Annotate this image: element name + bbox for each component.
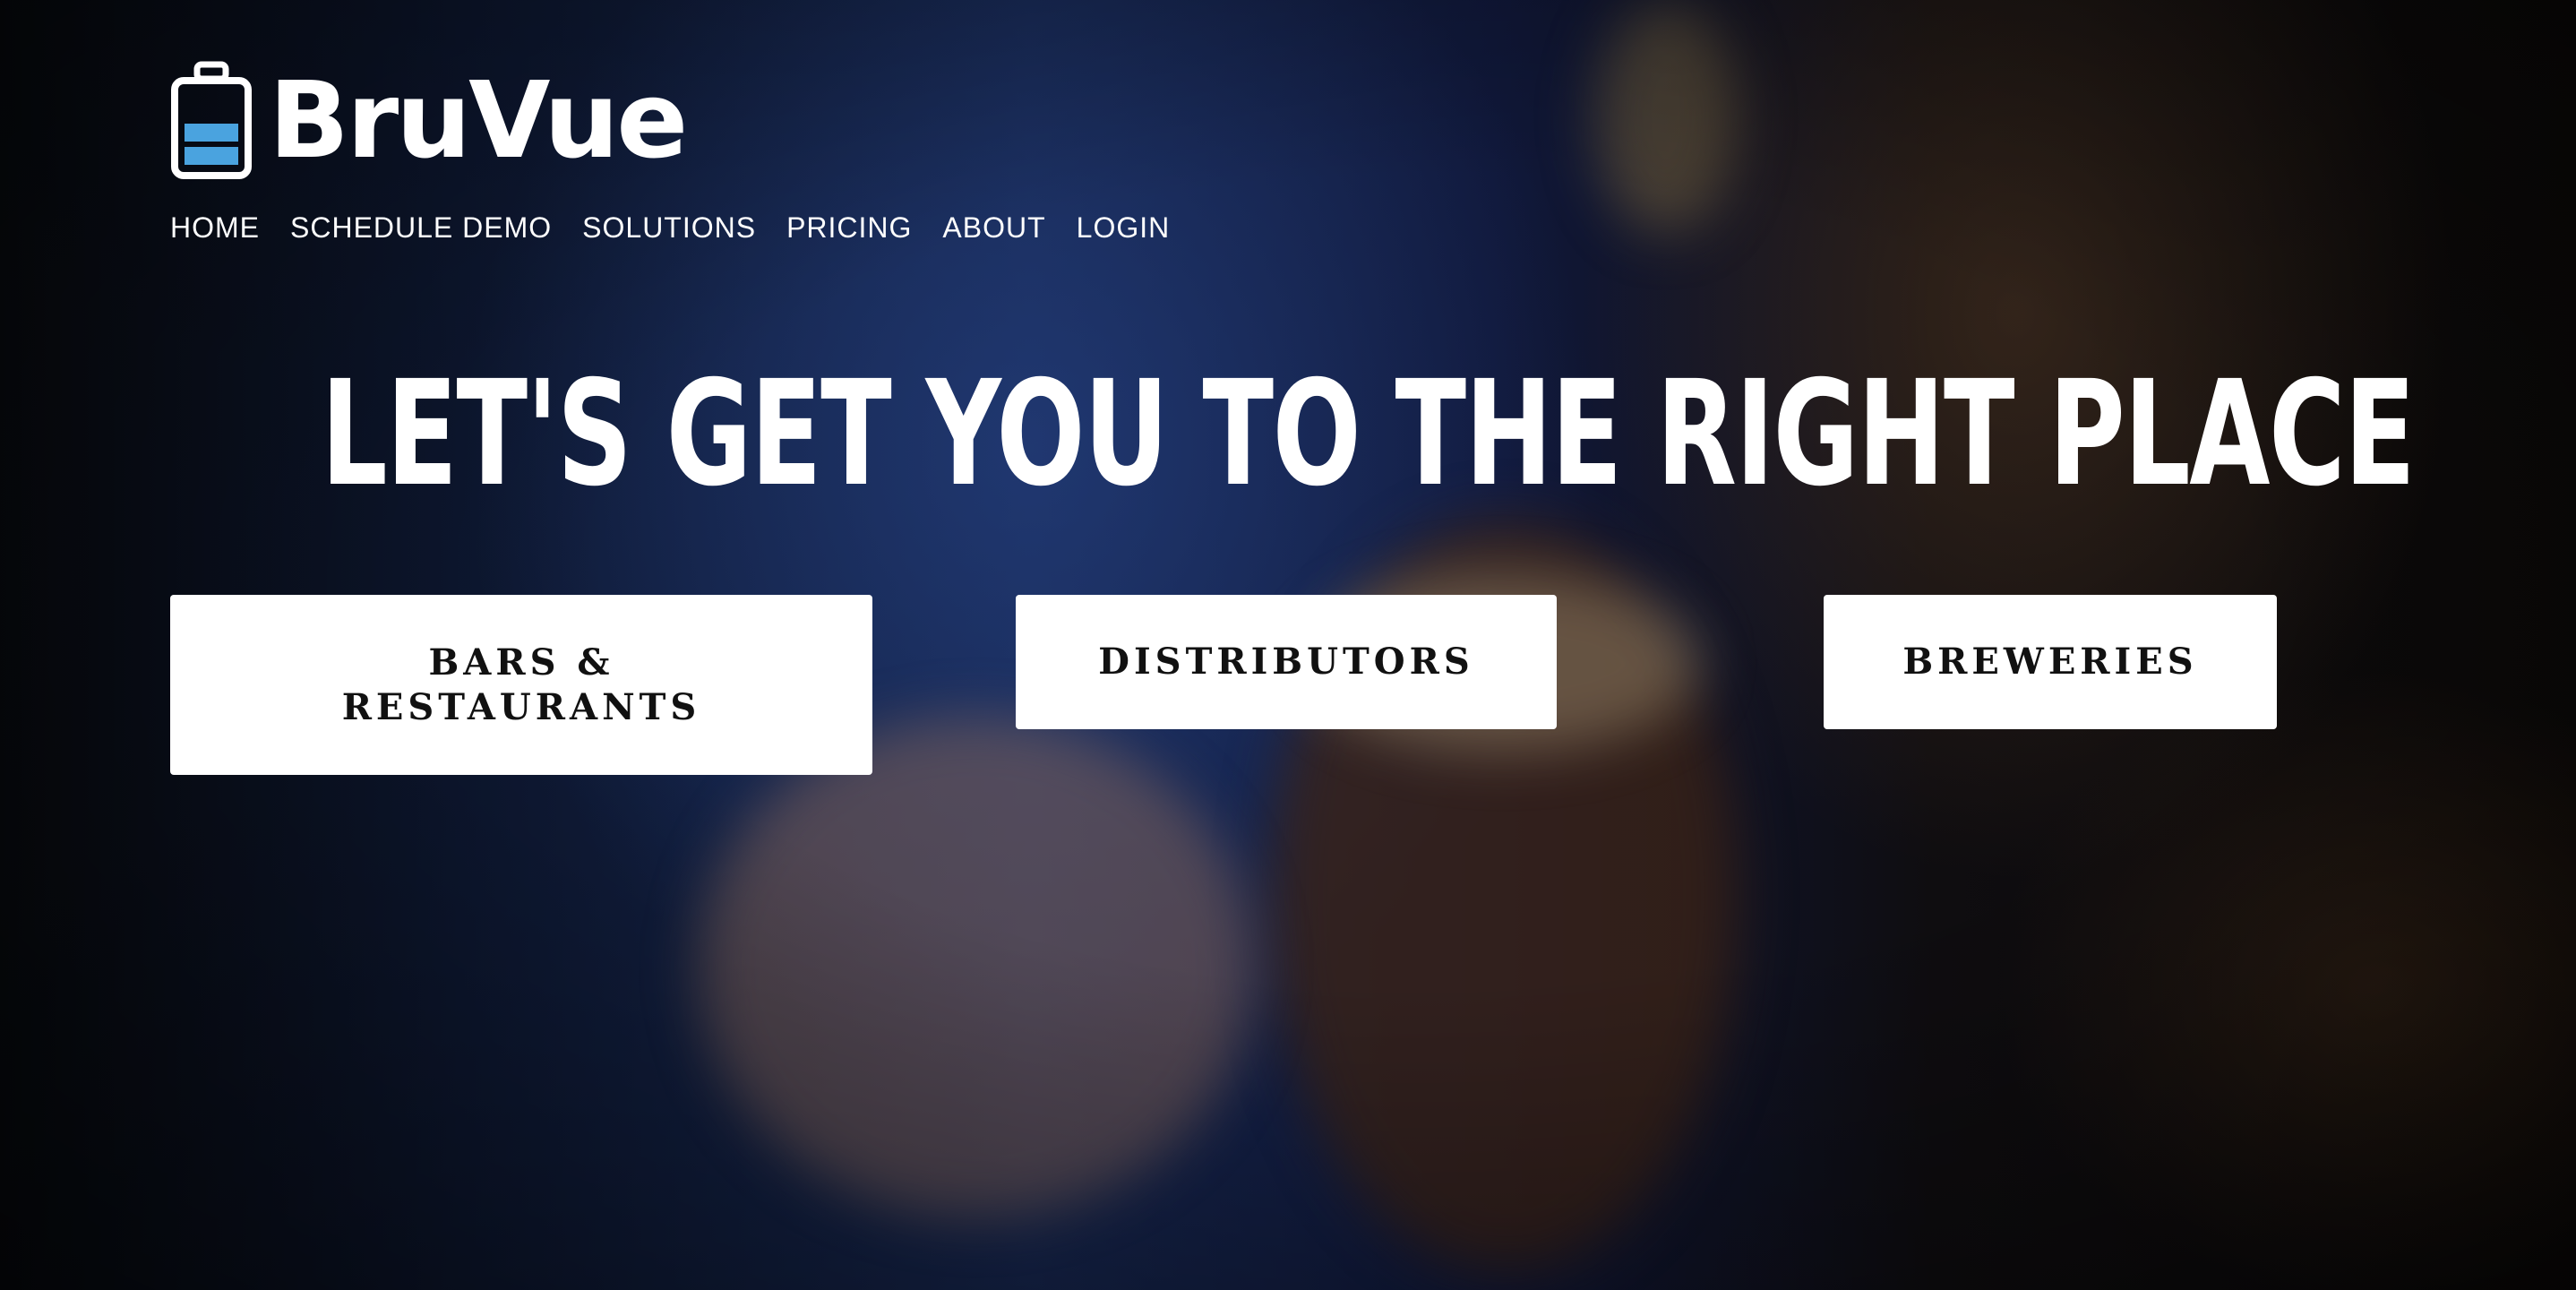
nav-link-schedule-demo[interactable]: SCHEDULE DEMO: [290, 211, 552, 244]
distributors-button-label: DISTRIBUTORS: [1098, 641, 1474, 683]
brand-logo[interactable]: BruVue: [170, 58, 688, 182]
hero-headline: LET'S GET YOU TO THE RIGHT PLACE: [321, 350, 2416, 519]
main-nav: HOME SCHEDULE DEMO SOLUTIONS PRICING ABO…: [170, 211, 1170, 245]
nav-item-schedule-demo: SCHEDULE DEMO: [290, 211, 552, 245]
brand-name: BruVue: [269, 58, 688, 182]
keg-icon: [171, 61, 252, 179]
nav-link-home[interactable]: HOME: [170, 211, 260, 244]
nav-item-login: LOGIN: [1077, 211, 1171, 245]
bars-restaurants-button[interactable]: BARS & RESTAURANTS: [170, 595, 872, 775]
nav-link-about[interactable]: ABOUT: [942, 211, 1045, 244]
nav-item-about: ABOUT: [942, 211, 1045, 245]
landing-page: BruVue HOME SCHEDULE DEMO SOLUTIONS PRIC…: [0, 0, 2576, 1290]
nav-link-pricing[interactable]: PRICING: [786, 211, 912, 244]
nav-link-solutions[interactable]: SOLUTIONS: [582, 211, 756, 244]
nav-item-pricing: PRICING: [786, 211, 912, 245]
breweries-button[interactable]: BREWERIES: [1824, 595, 2277, 729]
nav-item-solutions: SOLUTIONS: [582, 211, 756, 245]
distributors-button[interactable]: DISTRIBUTORS: [1016, 595, 1557, 729]
bars-restaurants-button-label: BARS & RESTAURANTS: [341, 641, 701, 728]
breweries-button-label: BREWERIES: [1902, 641, 2198, 683]
nav-link-login[interactable]: LOGIN: [1077, 211, 1171, 244]
nav-item-home: HOME: [170, 211, 260, 245]
